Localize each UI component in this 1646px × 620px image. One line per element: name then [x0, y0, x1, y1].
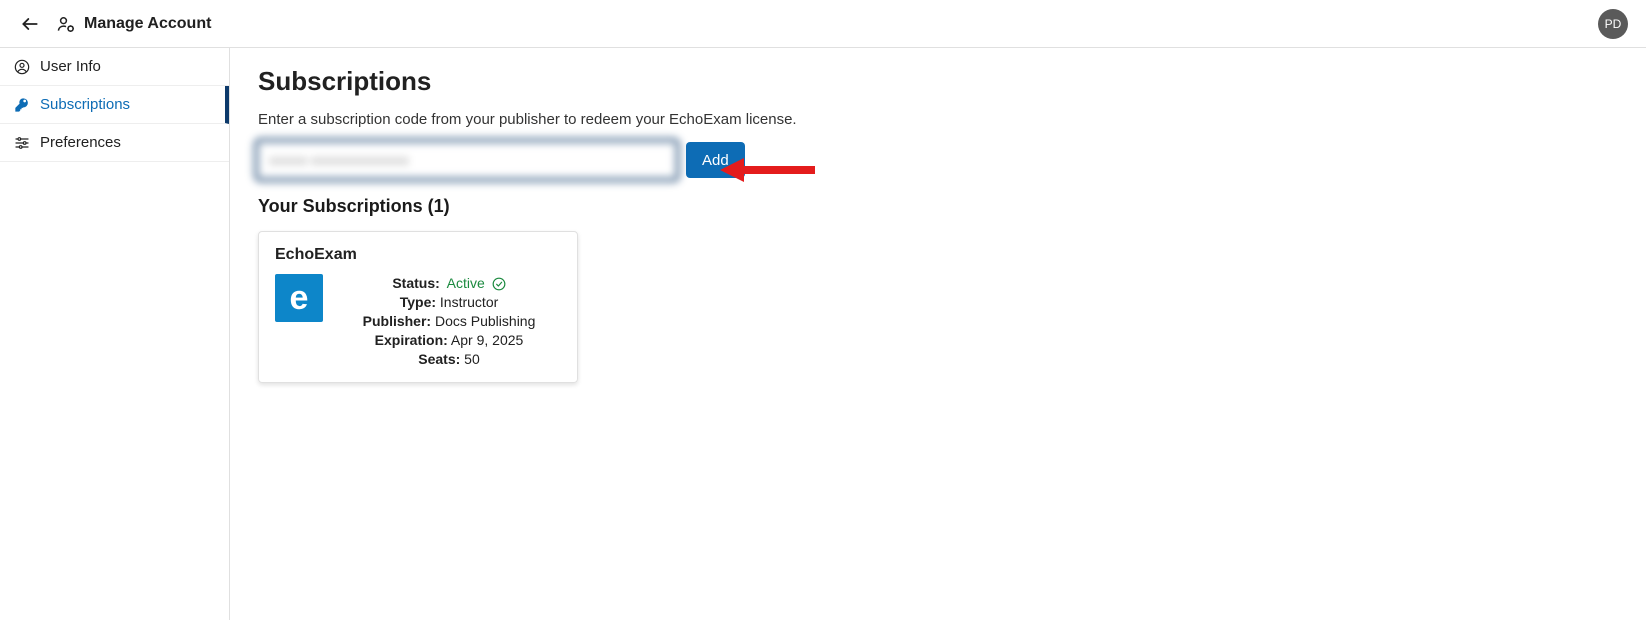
- subscription-code-input[interactable]: [258, 142, 676, 178]
- back-button[interactable]: [16, 10, 44, 38]
- add-button[interactable]: Add: [686, 142, 745, 178]
- expiration-value: Apr 9, 2025: [451, 332, 523, 348]
- subscription-info: Status: Active Type: Instructor: [337, 274, 561, 368]
- status-value: Active: [447, 275, 485, 291]
- instruction-text: Enter a subscription code from your publ…: [258, 111, 1618, 128]
- avatar[interactable]: PD: [1598, 9, 1628, 39]
- sidebar-item-user-info[interactable]: User Info: [0, 48, 229, 86]
- publisher-label: Publisher:: [363, 313, 431, 329]
- sidebar-item-subscriptions[interactable]: Subscriptions: [0, 86, 229, 124]
- key-icon: [14, 97, 30, 113]
- manage-account-icon: [56, 14, 76, 34]
- type-value: Instructor: [440, 294, 498, 310]
- status-label: Status:: [392, 275, 439, 291]
- page-header-title: Manage Account: [84, 15, 211, 33]
- sidebar-item-label: User Info: [40, 58, 101, 75]
- expiration-label: Expiration:: [375, 332, 448, 348]
- sliders-icon: [14, 135, 30, 151]
- page-title: Subscriptions: [258, 66, 1618, 97]
- subscription-product-name: EchoExam: [275, 246, 561, 264]
- echoexam-logo: e: [275, 274, 323, 322]
- check-circle-icon: [492, 277, 506, 291]
- main-content: Subscriptions Enter a subscription code …: [230, 48, 1646, 620]
- sidebar: User Info Subscriptions Pre: [0, 48, 230, 620]
- app-header: Manage Account PD: [0, 0, 1646, 48]
- sidebar-item-label: Preferences: [40, 134, 121, 151]
- publisher-value: Docs Publishing: [435, 313, 535, 329]
- type-label: Type:: [400, 294, 436, 310]
- subscription-card: EchoExam e Status: Active: [258, 231, 578, 383]
- your-subscriptions-title: Your Subscriptions (1): [258, 196, 1618, 217]
- seats-label: Seats:: [418, 351, 460, 367]
- arrow-left-icon: [20, 14, 40, 34]
- sidebar-item-label: Subscriptions: [40, 96, 130, 113]
- sidebar-item-preferences[interactable]: Preferences: [0, 124, 229, 162]
- user-circle-icon: [14, 59, 30, 75]
- code-input-row: Add: [258, 142, 1618, 178]
- seats-value: 50: [464, 351, 480, 367]
